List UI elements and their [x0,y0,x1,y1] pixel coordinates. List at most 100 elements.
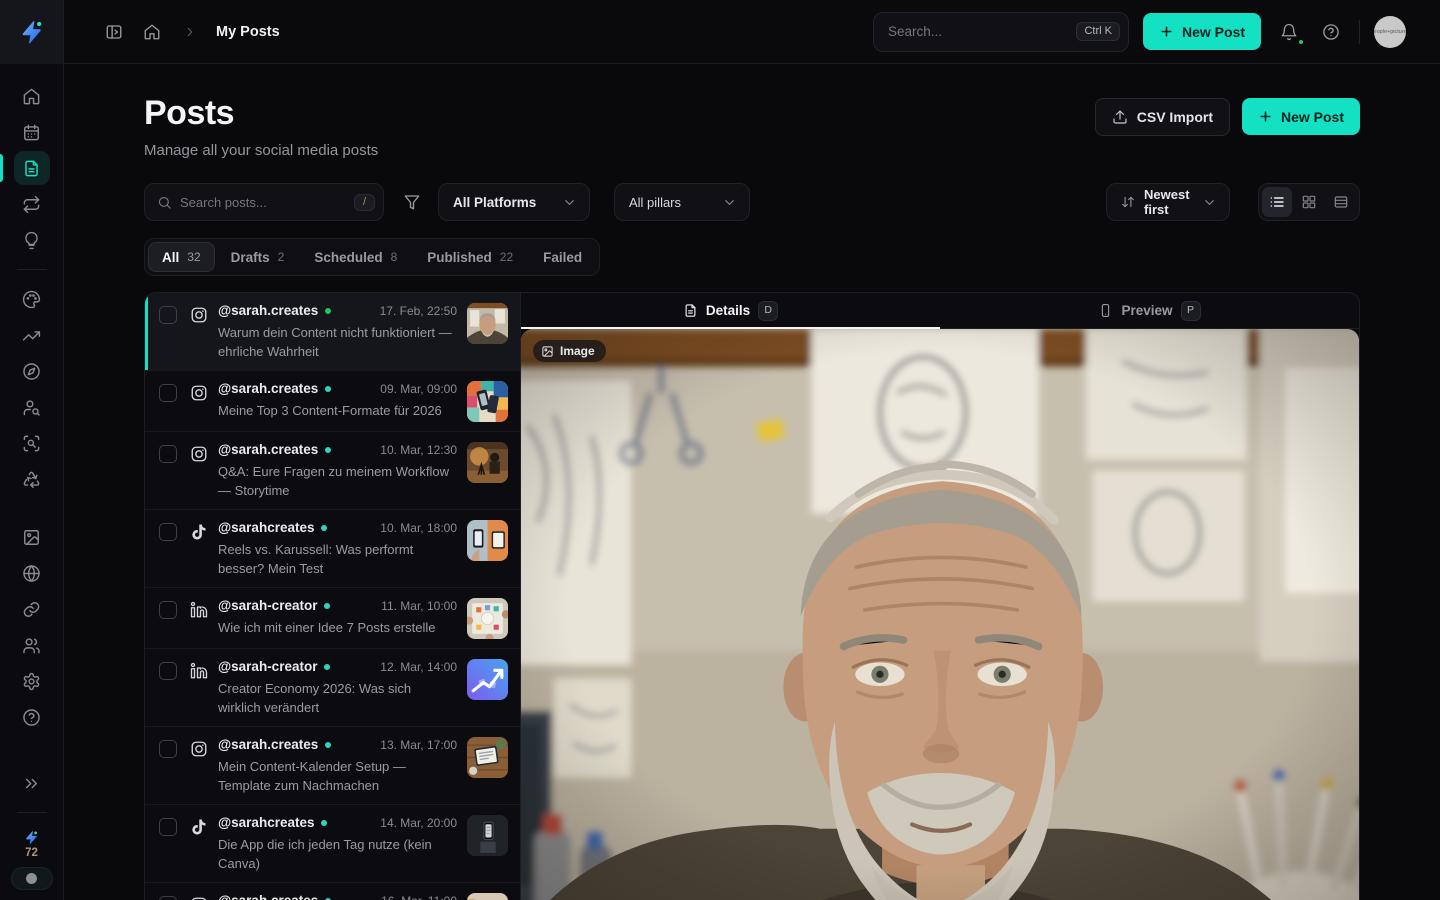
status-dot [325,386,331,392]
sort-select[interactable]: Newest first [1106,183,1230,221]
status-dot [325,447,331,453]
file-text-icon [683,303,698,318]
post-checkbox[interactable] [159,523,177,541]
posts-search[interactable]: / [144,183,384,221]
sidebar-expand-icon[interactable] [0,765,64,801]
sidebar-item-repeat[interactable] [0,186,64,222]
tab-details[interactable]: Details D [521,293,940,328]
post-thumbnail [467,442,508,483]
new-post-button-topbar[interactable]: New Post [1143,13,1261,50]
post-date: 12. Mar, 14:00 [372,660,457,674]
sidebar-item-settings[interactable] [0,663,64,699]
post-title: Meine Top 3 Content-Formate für 2026 [218,401,456,420]
instagram-icon [190,896,208,900]
theme-toggle[interactable] [11,867,53,890]
tab-drafts[interactable]: Drafts2 [217,242,299,272]
recycle-icon [22,470,41,489]
chevron-down-icon [1192,195,1217,210]
sidebar-item-lightbulb[interactable] [0,222,64,258]
globe-icon [22,564,41,583]
tab-published[interactable]: Published22 [413,242,527,272]
post-checkbox[interactable] [159,384,177,402]
sidebar-toggle-icon[interactable] [100,18,128,46]
post-list-item[interactable]: @sarah-creator 12. Mar, 14:00 Creator Ec… [145,649,520,727]
global-search-input[interactable] [888,24,1077,39]
post-date: 11. Mar, 10:00 [373,599,457,613]
pillar-filter-select[interactable]: All pillars [614,183,750,221]
tab-all[interactable]: All32 [148,242,215,272]
sidebar-item-home[interactable] [0,78,64,114]
trending-up-icon [22,326,41,345]
list-view-icon[interactable] [1262,187,1292,217]
grid-view-icon[interactable] [1294,187,1324,217]
home-icon [22,87,41,106]
image-icon [22,528,41,547]
post-list-item[interactable]: @sarah-creator 11. Mar, 10:00 Wie ich mi… [145,588,520,649]
post-date: 10. Mar, 18:00 [372,521,457,535]
status-dot [324,603,330,609]
tab-preview[interactable]: Preview P [940,293,1359,328]
post-checkbox[interactable] [159,662,177,680]
post-checkbox[interactable] [159,601,177,619]
post-handle: @sarah.creates [218,893,318,900]
platform-filter-select[interactable]: All Platforms [438,183,590,221]
post-handle: @sarah.creates [218,737,318,752]
breadcrumb-home-icon[interactable] [138,18,166,46]
sidebar-item-help[interactable] [0,699,64,735]
post-title: Wie ich mit einer Idee 7 Posts erstelle [218,618,456,637]
tab-failed[interactable]: Failed [529,242,596,272]
post-checkbox[interactable] [159,818,177,836]
filter-bar: / All Platforms All pillars Newest first [144,183,1360,221]
post-list-item[interactable]: @sarahcreates 10. Mar, 18:00 Reels vs. K… [145,510,520,588]
sidebar-item-user-search[interactable] [0,389,64,425]
help-icon[interactable] [1317,18,1345,46]
new-post-button[interactable]: New Post [1242,98,1360,135]
post-list-item[interactable]: @sarah.creates 17. Feb, 22:50 Warum dein… [145,293,520,371]
post-date: 10. Mar, 12:30 [372,443,457,457]
sidebar-item-globe[interactable] [0,555,64,591]
sidebar-item-trending-up[interactable] [0,317,64,353]
post-handle: @sarah-creator [218,598,317,613]
image-icon [541,345,554,358]
sidebar-item-users[interactable] [0,627,64,663]
sidebar-item-compass[interactable] [0,353,64,389]
sidebar-nav [0,78,63,735]
status-dot [321,525,327,531]
post-title: Die App die ich jeden Tag nutze (kein Ca… [218,835,456,873]
app-logo[interactable] [0,0,64,64]
page-subtitle: Manage all your social media posts [144,142,378,159]
tab-scheduled[interactable]: Scheduled8 [300,242,411,272]
csv-import-button[interactable]: CSV Import [1095,98,1230,136]
sidebar-divider [17,812,47,813]
credits-counter: 72 [24,824,39,867]
post-list-item[interactable]: @sarah.creates 09. Mar, 09:00 Meine Top … [145,371,520,432]
post-checkbox[interactable] [159,445,177,463]
post-checkbox[interactable] [159,306,177,324]
plus-icon [1159,24,1174,39]
sidebar-item-palette[interactable] [0,281,64,317]
sidebar-item-image[interactable] [0,519,64,555]
sidebar-item-calendar[interactable] [0,114,64,150]
avatar[interactable]: people+pictures [1374,16,1406,48]
filter-icon[interactable] [398,188,426,216]
post-checkbox[interactable] [159,740,177,758]
notifications-bell-icon[interactable] [1275,18,1303,46]
post-list-item[interactable]: @sarah.creates 10. Mar, 12:30 Q&A: Eure … [145,432,520,510]
post-list-item[interactable]: @sarah.creates 16. Mar, 11:00 [145,883,520,900]
post-checkbox[interactable] [159,896,177,900]
sidebar-item-posts[interactable] [0,150,64,186]
settings-icon [22,672,41,691]
sidebar-item-scan-search[interactable] [0,425,64,461]
posts-search-input[interactable] [180,195,346,210]
page-title: Posts [144,94,378,133]
tiktok-icon [190,523,208,541]
post-list-item[interactable]: @sarah.creates 13. Mar, 17:00 Mein Conte… [145,727,520,805]
post-list-item[interactable]: @sarahcreates 14. Mar, 20:00 Die App die… [145,805,520,883]
sidebar-item-link[interactable] [0,591,64,627]
table-view-icon[interactable] [1326,187,1356,217]
sidebar-divider [17,269,47,270]
compass-icon [22,362,41,381]
instagram-icon [190,740,208,758]
sidebar-item-recycle[interactable] [0,461,64,497]
global-search[interactable]: Ctrl K [873,12,1129,52]
